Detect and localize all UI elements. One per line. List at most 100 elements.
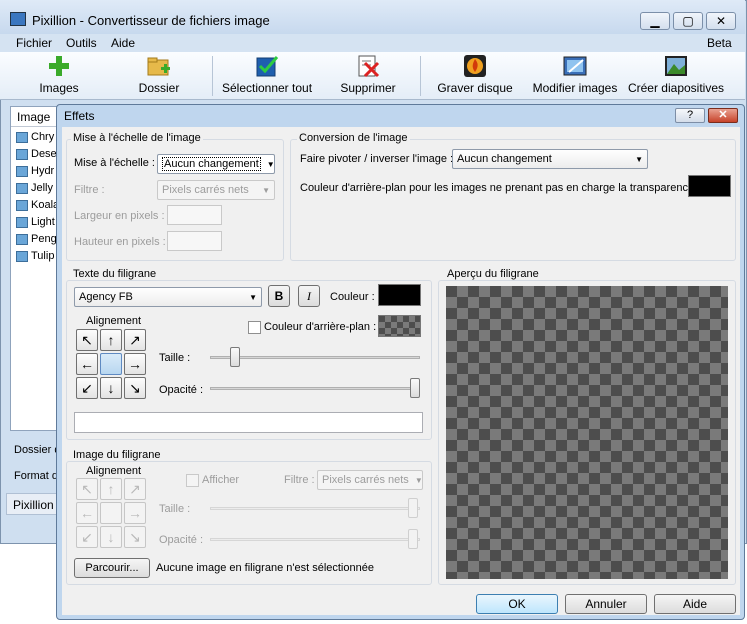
image-align-bottom-button[interactable]: ↓ <box>100 526 122 548</box>
width-input[interactable] <box>167 205 222 225</box>
slider-thumb[interactable] <box>408 529 418 549</box>
image-align-bottom-left-button[interactable]: ↙ <box>76 526 98 548</box>
text-background-checkbox[interactable] <box>248 321 261 334</box>
arrow-down-right-icon: ↘ <box>129 379 141 396</box>
add-folder-button[interactable]: Dossier <box>134 54 184 98</box>
arrow-up-right-icon: ↗ <box>129 480 141 497</box>
align-bottom-right-button[interactable]: ↘ <box>124 377 146 399</box>
list-item[interactable]: Koala <box>16 197 59 213</box>
close-window-button[interactable]: ✕ <box>706 12 736 30</box>
help-button[interactable]: Aide <box>654 594 736 614</box>
image-thumbnail-icon <box>16 199 28 211</box>
image-size-slider[interactable] <box>210 498 420 520</box>
slider-track <box>210 538 420 541</box>
delete-button[interactable]: Supprimer <box>338 54 398 98</box>
slider-thumb[interactable] <box>230 347 240 367</box>
slideshow-icon <box>664 54 688 78</box>
slider-thumb[interactable] <box>408 498 418 518</box>
image-filter-select[interactable]: Pixels carrés nets ▼ <box>317 470 423 490</box>
filter-select[interactable]: Pixels carrés nets ▼ <box>157 180 275 200</box>
chevron-down-icon: ▼ <box>249 292 257 302</box>
menu-help[interactable]: Aide <box>111 36 135 50</box>
menu-file[interactable]: Fichier <box>16 36 52 50</box>
height-input[interactable] <box>167 231 222 251</box>
rotate-select[interactable]: Aucun changement ▼ <box>452 149 648 169</box>
font-select[interactable]: Agency FB ▼ <box>74 287 262 307</box>
font-color-swatch[interactable] <box>378 284 421 306</box>
align-top-button[interactable]: ↑ <box>100 329 122 351</box>
watermark-text-input[interactable] <box>74 412 423 433</box>
list-item[interactable]: Tulip <box>16 248 54 264</box>
rotate-value: Aucun changement <box>457 153 552 165</box>
arrow-right-icon: → <box>128 356 142 372</box>
arrow-down-icon: ↓ <box>107 529 115 545</box>
toolbar-separator <box>420 56 421 96</box>
list-item[interactable]: Dese <box>16 146 57 162</box>
align-left-button[interactable]: ← <box>76 353 98 375</box>
italic-button[interactable]: I <box>298 285 320 307</box>
list-item[interactable]: Peng <box>16 231 57 247</box>
select-all-button[interactable]: Sélectionner tout <box>220 54 314 98</box>
dialog-title: Effets <box>64 109 95 123</box>
image-align-right-button[interactable]: → <box>124 502 146 524</box>
burn-disc-icon <box>463 54 487 78</box>
ok-button[interactable]: OK <box>476 594 558 614</box>
arrow-up-left-icon: ↖ <box>81 331 93 348</box>
text-size-slider[interactable] <box>210 347 420 369</box>
text-background-swatch[interactable] <box>378 315 421 337</box>
image-align-top-button[interactable]: ↑ <box>100 478 122 500</box>
edit-images-button[interactable]: Modifier images <box>530 54 620 98</box>
minimize-icon: ▁ <box>650 14 660 28</box>
align-center-button[interactable] <box>100 353 122 375</box>
arrow-down-icon: ↓ <box>107 380 115 396</box>
list-item[interactable]: Chry <box>16 129 54 145</box>
background-color-swatch[interactable] <box>688 175 731 197</box>
add-images-button[interactable]: Images <box>36 54 82 98</box>
image-align-center-button[interactable] <box>100 502 122 524</box>
menu-tools[interactable]: Outils <box>66 36 97 50</box>
list-item[interactable]: Jelly <box>16 180 53 196</box>
output-format-label: Format d <box>14 470 59 482</box>
align-bottom-button[interactable]: ↓ <box>100 377 122 399</box>
dialog-close-button[interactable]: ✕ <box>708 108 738 123</box>
show-image-watermark-checkbox[interactable] <box>186 474 199 487</box>
image-align-top-right-button[interactable]: ↗ <box>124 478 146 500</box>
image-opacity-slider[interactable] <box>210 529 420 551</box>
dialog-help-button[interactable]: ? <box>675 108 705 123</box>
list-item-label: Peng <box>31 233 57 245</box>
image-thumbnail-icon <box>16 165 28 177</box>
burn-disc-label: Graver disque <box>437 81 513 95</box>
align-top-left-button[interactable]: ↖ <box>76 329 98 351</box>
image-thumbnail-icon <box>16 182 28 194</box>
chevron-down-icon: ▼ <box>266 159 275 169</box>
image-thumbnail-icon <box>16 250 28 262</box>
list-item[interactable]: Hydr <box>16 163 54 179</box>
edit-images-label: Modifier images <box>532 81 618 95</box>
image-align-left-button[interactable]: ← <box>76 502 98 524</box>
slideshow-button[interactable]: Créer diapositives <box>627 54 725 98</box>
width-label: Largeur en pixels : <box>74 210 165 222</box>
burn-disc-button[interactable]: Graver disque <box>436 54 514 98</box>
image-align-top-left-button[interactable]: ↖ <box>76 478 98 500</box>
minimize-button[interactable]: ▁ <box>640 12 670 30</box>
text-opacity-slider[interactable] <box>210 378 420 400</box>
slider-thumb[interactable] <box>410 378 420 398</box>
list-item-label: Hydr <box>31 165 55 177</box>
list-item[interactable]: Light <box>16 214 55 230</box>
window-title: Pixillion - Convertisseur de fichiers im… <box>32 13 270 28</box>
list-item-label: Jelly <box>31 182 54 194</box>
show-image-watermark-label: Afficher <box>202 474 240 486</box>
cancel-button[interactable]: Annuler <box>565 594 647 614</box>
align-right-button[interactable]: → <box>124 353 146 375</box>
align-bottom-left-button[interactable]: ↙ <box>76 377 98 399</box>
browse-button[interactable]: Parcourir... <box>74 558 150 578</box>
arrow-down-left-icon: ↙ <box>81 379 93 396</box>
file-list-header[interactable]: Image <box>11 107 59 127</box>
maximize-button[interactable]: ▢ <box>673 12 703 30</box>
scale-select[interactable]: Aucun changement ▼ <box>157 154 275 174</box>
align-top-right-button[interactable]: ↗ <box>124 329 146 351</box>
arrow-down-right-icon: ↘ <box>129 528 141 545</box>
bold-button[interactable]: B <box>268 285 290 307</box>
delete-icon <box>356 54 380 78</box>
image-align-bottom-right-button[interactable]: ↘ <box>124 526 146 548</box>
